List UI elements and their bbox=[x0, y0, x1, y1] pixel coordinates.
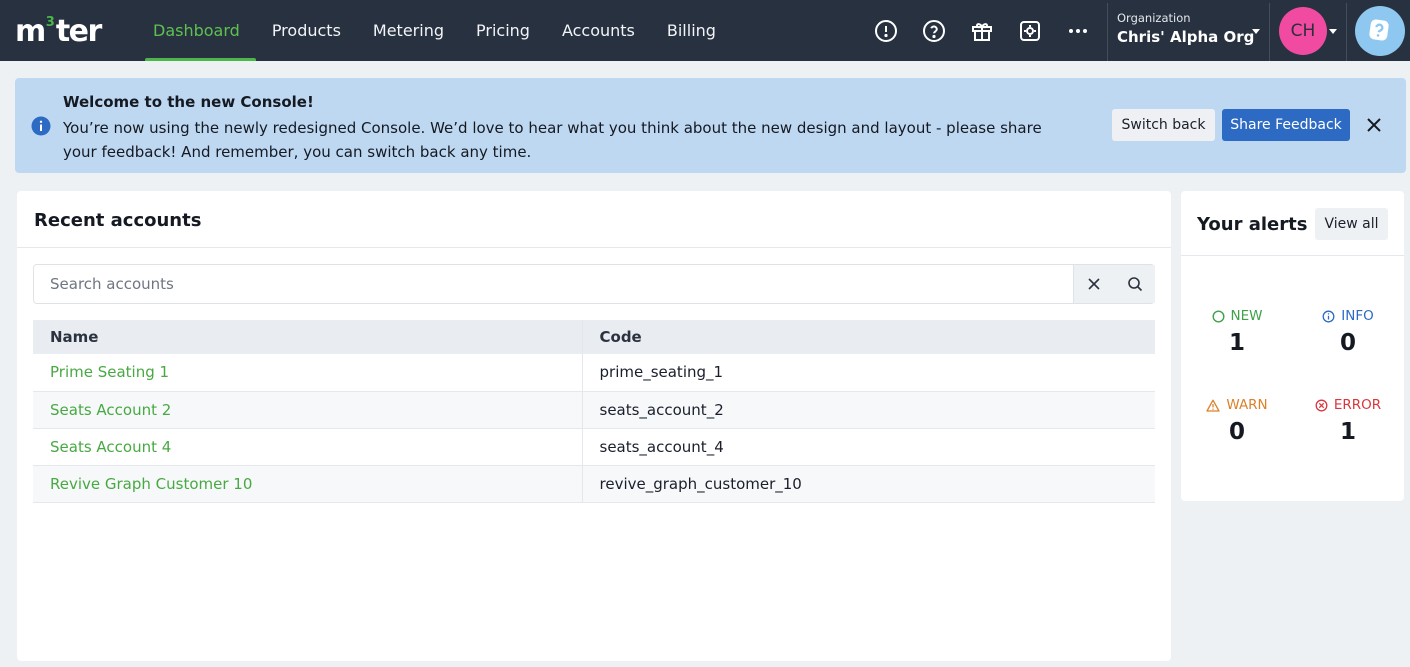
account-name-link[interactable]: Seats Account 4 bbox=[33, 428, 583, 466]
avatar-chevron-down-icon[interactable] bbox=[1329, 29, 1337, 34]
more-dots-icon[interactable] bbox=[1054, 11, 1102, 51]
org-label: Organization bbox=[1117, 11, 1191, 25]
alert-info[interactable]: INFO 0 bbox=[1298, 308, 1398, 356]
alert-count: 1 bbox=[1339, 419, 1356, 445]
table-row[interactable]: Seats Account 4 seats_account_4 bbox=[33, 428, 1155, 466]
tab-metering[interactable]: Metering bbox=[357, 0, 460, 61]
tab-pricing[interactable]: Pricing bbox=[460, 0, 546, 61]
circle-icon bbox=[1211, 309, 1225, 323]
alert-error[interactable]: ERROR 1 bbox=[1298, 397, 1398, 445]
account-name-link[interactable]: Revive Graph Customer 10 bbox=[33, 465, 583, 503]
search-actions bbox=[1073, 265, 1155, 303]
account-code: seats_account_4 bbox=[582, 428, 1155, 466]
table-row[interactable]: Revive Graph Customer 10 revive_graph_cu… bbox=[33, 465, 1155, 503]
account-code: revive_graph_customer_10 bbox=[582, 465, 1155, 503]
gift-icon[interactable] bbox=[958, 11, 1006, 51]
column-header-name[interactable]: Name bbox=[33, 320, 583, 354]
alert-count: 0 bbox=[1228, 419, 1245, 445]
table-header-row: Name Code bbox=[33, 320, 1155, 354]
user-avatar[interactable]: CH bbox=[1279, 7, 1327, 55]
alert-label: WARN bbox=[1226, 397, 1268, 413]
alert-circle-icon[interactable] bbox=[862, 11, 910, 51]
table-row[interactable]: Prime Seating 1 prime_seating_1 bbox=[33, 354, 1155, 392]
settings-cog-icon[interactable] bbox=[1006, 11, 1054, 51]
panel-title: Recent accounts bbox=[34, 210, 202, 231]
account-name-link[interactable]: Prime Seating 1 bbox=[33, 354, 583, 392]
alert-warn[interactable]: WARN 0 bbox=[1187, 397, 1287, 445]
divider bbox=[17, 247, 1171, 248]
account-search bbox=[33, 264, 1155, 304]
search-icon[interactable] bbox=[1115, 265, 1156, 303]
error-x-circle-icon bbox=[1315, 399, 1328, 411]
switch-back-button[interactable]: Switch back bbox=[1112, 109, 1215, 141]
alerts-panel: Your alerts View all NEW 1 INFO 0 WARN 0… bbox=[1181, 191, 1404, 501]
share-feedback-button[interactable]: Share Feedback bbox=[1222, 109, 1350, 141]
logo-text-rest: ter bbox=[55, 13, 102, 49]
alerts-title: Your alerts bbox=[1197, 214, 1308, 235]
metronome-logo[interactable]: m 3 ter bbox=[15, 13, 102, 49]
help-circle-icon[interactable] bbox=[910, 11, 958, 51]
banner-message: You’re now using the newly redesigned Co… bbox=[63, 119, 1042, 161]
chat-help-icon bbox=[1369, 19, 1389, 41]
recent-accounts-panel: Recent accounts Name Code Prime Seating … bbox=[17, 191, 1171, 661]
top-navigation-bar: m 3 ter Dashboard Products Metering Pricin… bbox=[0, 0, 1410, 61]
logo-superscript: 3 bbox=[45, 14, 55, 30]
column-header-code[interactable]: Code bbox=[582, 320, 1155, 354]
accounts-table: Name Code Prime Seating 1 prime_seating_… bbox=[33, 320, 1155, 503]
alert-count: 1 bbox=[1228, 330, 1245, 356]
divider bbox=[1181, 255, 1404, 256]
alert-count: 0 bbox=[1339, 330, 1356, 356]
chevron-down-icon bbox=[1252, 29, 1260, 34]
alert-label: ERROR bbox=[1333, 397, 1382, 413]
account-name-link[interactable]: Seats Account 2 bbox=[33, 391, 583, 429]
nav-icon-group bbox=[862, 0, 1102, 61]
main-nav-tabs: Dashboard Products Metering Pricing Acco… bbox=[137, 0, 732, 61]
account-code: seats_account_2 bbox=[582, 391, 1155, 429]
welcome-banner: Welcome to the new Console! You’re now u… bbox=[15, 78, 1406, 173]
warning-triangle-icon bbox=[1206, 399, 1220, 412]
logo-text: m bbox=[15, 13, 46, 49]
clear-search-icon[interactable] bbox=[1074, 265, 1115, 303]
alert-label: INFO bbox=[1341, 308, 1374, 324]
tab-accounts[interactable]: Accounts bbox=[546, 0, 651, 61]
table-row[interactable]: Seats Account 2 seats_account_2 bbox=[33, 391, 1155, 429]
divider bbox=[1346, 3, 1347, 61]
info-icon bbox=[1322, 310, 1335, 322]
search-input[interactable] bbox=[34, 265, 1074, 303]
org-name: Chris' Alpha Org bbox=[1117, 28, 1255, 46]
alert-new[interactable]: NEW 1 bbox=[1187, 308, 1287, 356]
tab-products[interactable]: Products bbox=[256, 0, 357, 61]
close-icon[interactable] bbox=[1362, 113, 1386, 137]
tab-dashboard[interactable]: Dashboard bbox=[137, 0, 256, 61]
info-icon bbox=[31, 116, 51, 140]
tab-billing[interactable]: Billing bbox=[651, 0, 732, 61]
view-all-button[interactable]: View all bbox=[1315, 208, 1388, 240]
support-chat-button[interactable] bbox=[1355, 6, 1405, 56]
account-code: prime_seating_1 bbox=[582, 354, 1155, 392]
organization-switcher[interactable]: Organization Chris' Alpha Org bbox=[1107, 3, 1270, 61]
alert-label: NEW bbox=[1230, 308, 1263, 324]
banner-title: Welcome to the new Console! bbox=[63, 93, 314, 111]
